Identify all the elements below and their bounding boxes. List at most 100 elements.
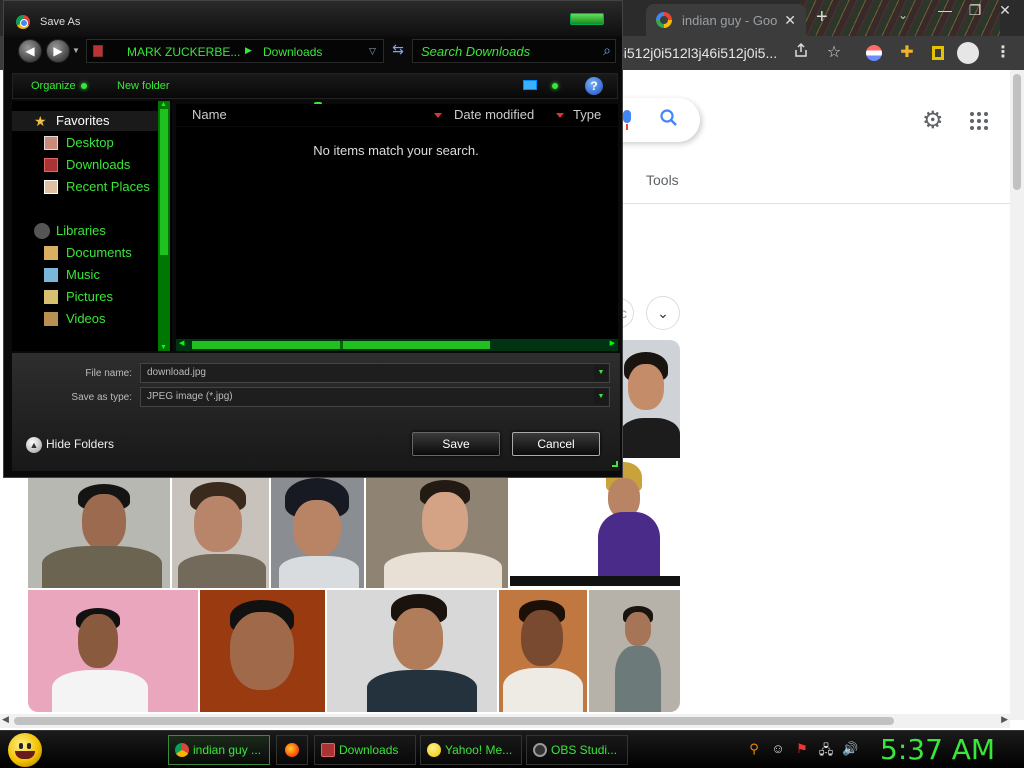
hide-folders-button[interactable]: ▲ Hide Folders (26, 437, 114, 453)
column-type[interactable]: Type (573, 104, 618, 126)
breadcrumb-downloads[interactable]: Downloads (263, 45, 322, 59)
save-button[interactable]: Save (412, 432, 500, 456)
help-icon[interactable]: ? (585, 77, 603, 95)
extension-flag-icon[interactable] (863, 42, 885, 64)
chevron-down-icon[interactable]: ▼ (594, 389, 608, 405)
settings-gear-icon[interactable]: ⚙ (922, 106, 944, 135)
file-list[interactable]: No items match your search. (176, 127, 618, 339)
file-list-scrollbar[interactable]: ◀ ▶ (176, 339, 618, 351)
minimize-button[interactable]: — (930, 2, 960, 18)
star-icon: ★ (34, 113, 47, 129)
messenger-tray-icon[interactable]: ☺ (770, 741, 786, 757)
profile-avatar-icon[interactable] (957, 42, 979, 64)
volume-icon[interactable]: 🔊 (842, 741, 858, 757)
libraries-label: Libraries (56, 223, 106, 238)
nav-item-downloads[interactable]: Downloads (12, 155, 158, 175)
change-view-icon[interactable] (523, 80, 537, 90)
column-name[interactable]: Name (192, 104, 442, 126)
network-icon[interactable]: 🖧 (818, 741, 834, 757)
new-tab-button[interactable]: + (816, 6, 828, 29)
nav-item-recent-places[interactable]: Recent Places (12, 177, 158, 197)
resize-grip[interactable] (612, 461, 618, 467)
refresh-icon[interactable]: ⇆ (386, 41, 410, 61)
column-name-sort-icon[interactable] (434, 113, 442, 118)
chevron-down-icon[interactable]: ▽ (369, 46, 376, 57)
search-icon[interactable]: ⌕ (603, 42, 611, 59)
result-image[interactable] (510, 460, 680, 588)
menu-dots-icon[interactable]: ⋮ (992, 42, 1014, 64)
bookmark-star-icon[interactable]: ☆ (823, 42, 845, 64)
taskbar-downloads-button[interactable]: Downloads (314, 735, 416, 765)
nav-item-documents[interactable]: Documents (12, 243, 158, 263)
breadcrumb[interactable]: MARK ZUCKERBE... ▶ Downloads ▽ (86, 39, 384, 63)
nav-item-videos[interactable]: Videos (12, 309, 158, 329)
tab-active[interactable]: indian guy - Goo ✕ (646, 4, 806, 36)
result-image[interactable] (327, 590, 497, 712)
google-icon (656, 12, 672, 28)
nav-item-desktop[interactable]: Desktop (12, 133, 158, 153)
navigation-scrollbar[interactable]: ▲ ▼ (158, 101, 170, 351)
result-image[interactable] (271, 478, 364, 588)
chevron-down-icon[interactable]: ▼ (594, 365, 608, 381)
column-label: Date modified (454, 107, 535, 122)
extension-square-icon[interactable] (927, 42, 949, 64)
file-name-field[interactable]: download.jpg ▼ (140, 363, 610, 383)
forward-arrow-icon[interactable]: ▶ (46, 39, 70, 63)
new-folder-button[interactable]: New folder (117, 80, 170, 92)
tab-search-button[interactable]: ⌄ (898, 8, 908, 22)
dropdown-dot-icon (80, 83, 87, 90)
result-image[interactable] (200, 590, 325, 712)
result-image[interactable] (589, 590, 680, 712)
taskbar-firefox-button[interactable] (276, 735, 308, 765)
action-center-flag-icon[interactable]: ⚑ (794, 741, 810, 757)
save-type-select[interactable]: JPEG image (*.jpg) ▼ (140, 387, 610, 407)
taskbar-yahoo-messenger-button[interactable]: Yahoo! Me... (420, 735, 522, 765)
tools-tab[interactable]: Tools (646, 172, 679, 188)
search-input[interactable] (421, 42, 591, 60)
favorites-label: Favorites (56, 113, 110, 128)
view-options-dot-icon[interactable] (552, 83, 558, 89)
nav-item-music[interactable]: Music (12, 265, 158, 285)
recent-places-icon (44, 180, 58, 194)
column-date-modified[interactable]: Date modified (454, 104, 564, 126)
extensions-puzzle-icon[interactable]: ✚ (896, 42, 918, 64)
organize-button[interactable]: Organize (31, 80, 87, 92)
obs-icon (533, 743, 547, 757)
taskbar-clock[interactable]: 5:37 AM (880, 733, 995, 766)
dialog-close-button[interactable] (570, 13, 604, 25)
save-type-label: Save as type: (71, 392, 132, 403)
column-date-sort-icon[interactable] (556, 113, 564, 118)
start-button[interactable] (8, 733, 42, 767)
taskbar-chrome-button[interactable]: indian guy ... (168, 735, 270, 765)
dialog-titlebar[interactable]: Save As (4, 1, 622, 37)
recent-locations-chevron-icon[interactable]: ▼ (72, 46, 80, 55)
breadcrumb-separator-icon[interactable]: ▶ (245, 45, 252, 56)
close-window-button[interactable]: ✕ (990, 2, 1020, 19)
apps-grid-icon[interactable] (970, 112, 988, 130)
chevron-down-icon[interactable]: ⌄ (646, 296, 680, 330)
search-downloads-field[interactable]: ⌕ (412, 39, 616, 63)
breadcrumb-user-folder[interactable]: MARK ZUCKERBE... (127, 45, 240, 59)
close-tab-icon[interactable]: ✕ (784, 12, 796, 29)
restore-button[interactable]: ❐ (960, 2, 990, 19)
result-image[interactable] (28, 590, 198, 712)
taskbar-obs-button[interactable]: OBS Studi... (526, 735, 628, 765)
result-image[interactable] (620, 340, 680, 458)
save-as-dialog: Save As ◀ ▶ ▼ MARK ZUCKERBE... ▶ Downloa… (3, 0, 623, 478)
result-image[interactable] (499, 590, 587, 712)
back-arrow-icon[interactable]: ◀ (18, 39, 42, 63)
result-image[interactable] (172, 478, 269, 588)
page-scrollbar-horizontal[interactable]: ◀ ▶ (0, 714, 1010, 728)
page-scrollbar-vertical[interactable] (1010, 70, 1024, 720)
address-bar[interactable]: 8i512j0i512l3j46i512j0i5... (616, 40, 856, 66)
search-icon[interactable] (659, 108, 679, 134)
libraries-header[interactable]: Libraries (12, 221, 158, 241)
nav-item-pictures[interactable]: Pictures (12, 287, 158, 307)
cancel-button[interactable]: Cancel (512, 432, 600, 456)
favorites-header[interactable]: ★ Favorites (12, 111, 158, 131)
share-icon[interactable] (790, 42, 812, 64)
result-image[interactable] (366, 478, 508, 588)
result-image[interactable] (28, 478, 170, 588)
search-tray-icon[interactable]: ⚲ (746, 741, 762, 757)
nav-label: Downloads (66, 157, 131, 172)
